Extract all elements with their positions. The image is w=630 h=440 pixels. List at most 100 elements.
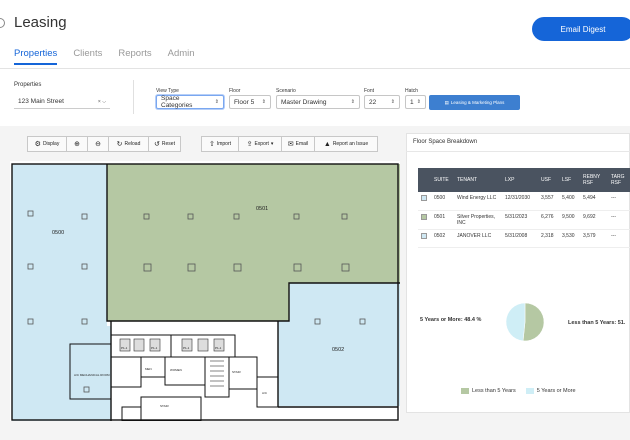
tenant-cell: JANOVER LLC (454, 229, 502, 248)
view-type-label: View Type (156, 88, 179, 94)
floor-label: Floor (229, 88, 241, 94)
report-issue-button[interactable]: ▲ Report an Issue (314, 136, 378, 152)
usf-cell: 2,318 (538, 229, 559, 248)
floor-value: Floor 5 (234, 98, 255, 106)
legend-swatch (525, 388, 534, 394)
suite-cell: 0501 (431, 210, 454, 230)
tab-properties[interactable]: Properties (14, 48, 58, 65)
targ-cell: --- (608, 210, 630, 230)
usf-cell: 6,276 (538, 210, 559, 230)
font-label: Font (364, 88, 375, 94)
tenant-cell: Wind Energy LLC (454, 192, 502, 211)
view-type-value: Space Categories (161, 95, 193, 109)
reset-button[interactable]: ↺ Reset (148, 136, 181, 152)
properties-label: Properties (14, 82, 42, 88)
action-toolbar: ⇧ Import ⇪ Export ▾ ✉ Email ▲ Report an Issue (201, 136, 378, 152)
column-header[interactable]: LSF (559, 168, 580, 192)
lsf-cell: 5,400 (559, 192, 580, 211)
zoom-in-button[interactable]: ⊕ (66, 136, 88, 152)
zoom-out-icon: ⊖ (95, 141, 101, 148)
legend-item[interactable]: Less than 5 Years (461, 388, 516, 394)
color-swatch (421, 232, 427, 239)
chevron-updown-icon: ⇕ (390, 99, 395, 105)
display-label: Display (42, 141, 60, 147)
p4-label: P1-1 (215, 346, 222, 350)
export-button[interactable]: ⇪ Export ▾ (238, 136, 282, 152)
document-icon: ▤ (444, 99, 449, 105)
color-swatch (421, 213, 427, 220)
rebny-cell: 9,692 (580, 210, 608, 230)
display-button[interactable]: ⚙ Display (27, 136, 67, 152)
scenario-select[interactable]: Master Drawing ⇕ (276, 95, 360, 109)
p1-label: P1-1 (121, 346, 128, 350)
scenario-value: Master Drawing (281, 98, 327, 106)
reload-icon: ↻ (116, 141, 123, 148)
leasing-marketing-plans-button[interactable]: ▤ Leasing & Marketing Plans (429, 95, 520, 110)
plans-button-label: Leasing & Marketing Plans (450, 100, 505, 105)
pie-slice-5-years-or-more[interactable] (505, 302, 526, 342)
caret-down-icon: ▾ (270, 141, 274, 147)
men-label: MEN (145, 367, 152, 371)
hatch-value: 1 (410, 98, 414, 106)
lsf-cell: 3,530 (559, 229, 580, 248)
view-type-select[interactable]: Space Categories ⇕ (156, 95, 224, 109)
import-button[interactable]: ⇧ Import (201, 136, 239, 152)
rebny-cell: 3,579 (580, 229, 608, 248)
tenure-pie-chart[interactable] (495, 292, 555, 352)
floor-plan-svg[interactable]: 0500 0501 0502 A/C MECHANICAL ROOM MEN W… (10, 161, 400, 422)
lxp-cell: 5/31/2008 (502, 229, 538, 248)
table-row[interactable]: 0501 Silver Properties, INC 5/31/2023 6,… (418, 210, 630, 230)
breakdown-title: Floor Space Breakdown (413, 139, 478, 145)
suite-0500-label: 0500 (52, 230, 64, 236)
suite-cell: 0502 (431, 229, 454, 248)
pie-label-5-years-or-more: 5 Years or More: 48.4 % (420, 317, 482, 323)
warning-icon: ▲ (323, 140, 331, 148)
lxp-cell: 12/31/2030 (502, 192, 538, 211)
usf-cell: 3,557 (538, 192, 559, 211)
email-digest-button[interactable]: Email Digest (532, 17, 630, 41)
legend-item[interactable]: 5 Years or More (525, 388, 576, 394)
lxp-cell: 5/31/2023 (502, 210, 538, 230)
tab-reports[interactable]: Reports (118, 48, 151, 65)
font-select[interactable]: 22 ⇕ (364, 95, 400, 109)
p2-label: P1-1 (151, 346, 158, 350)
suite-0502-area[interactable] (278, 283, 400, 406)
suite-0501-label: 0501 (256, 206, 268, 212)
property-select[interactable]: 123 Main Street × ⌵ (14, 95, 110, 109)
stair-b-label: STAIR (232, 370, 241, 374)
floor-select[interactable]: Floor 5 ⇕ (229, 95, 271, 109)
email-button[interactable]: ✉ Email (281, 136, 315, 152)
column-header[interactable]: LXP (502, 168, 538, 192)
export-icon: ⇪ (246, 141, 253, 148)
legend-label: 5 Years or More (536, 388, 576, 394)
pie-slice-less-than-5-years[interactable] (522, 302, 545, 342)
table-row[interactable]: 0500 Wind Energy LLC 12/31/2030 3,557 5,… (418, 192, 630, 211)
column-header[interactable]: REBNY RSF (580, 168, 608, 192)
reload-button[interactable]: ↻ Reload (108, 136, 149, 152)
legend-label: Less than 5 Years (472, 388, 516, 394)
scenario-label: Scenario (276, 88, 296, 94)
column-header[interactable]: TARG RSF (608, 168, 630, 192)
table-row[interactable]: 0502 JANOVER LLC 5/31/2008 2,318 3,530 3… (418, 229, 630, 248)
filter-divider (133, 80, 134, 114)
reset-icon: ↺ (154, 141, 160, 148)
chevron-updown-icon: ⇕ (416, 99, 421, 105)
tab-admin[interactable]: Admin (168, 48, 195, 65)
building-core (111, 321, 278, 421)
column-header[interactable]: USF (538, 168, 559, 192)
suites-table: SUITE TENANT LXP USF LSF REBNY RSF TARG … (418, 168, 630, 248)
column-header[interactable]: SUITE (431, 168, 454, 192)
clear-and-chevron-icon[interactable]: × ⌵ (98, 99, 106, 105)
zoom-out-button[interactable]: ⊖ (87, 136, 109, 152)
stair-label: STAIR (160, 404, 169, 408)
hatch-select[interactable]: 1 ⇕ (405, 95, 426, 109)
gear-icon: ⚙ (34, 141, 41, 148)
column-header[interactable]: TENANT (454, 168, 502, 192)
color-swatch (421, 195, 427, 201)
view-toolbar: ⚙ Display ⊕ ⊖ ↻ Reload ↺ Reset (27, 136, 181, 152)
pie-legend: Less than 5 Years 5 Years or More (461, 388, 576, 394)
floor-plan-panel: 0500 0501 0502 A/C MECHANICAL ROOM MEN W… (10, 161, 400, 422)
table-header-row: SUITE TENANT LXP USF LSF REBNY RSF TARG … (418, 168, 630, 192)
font-value: 22 (369, 98, 377, 106)
tab-clients[interactable]: Clients (73, 48, 102, 65)
